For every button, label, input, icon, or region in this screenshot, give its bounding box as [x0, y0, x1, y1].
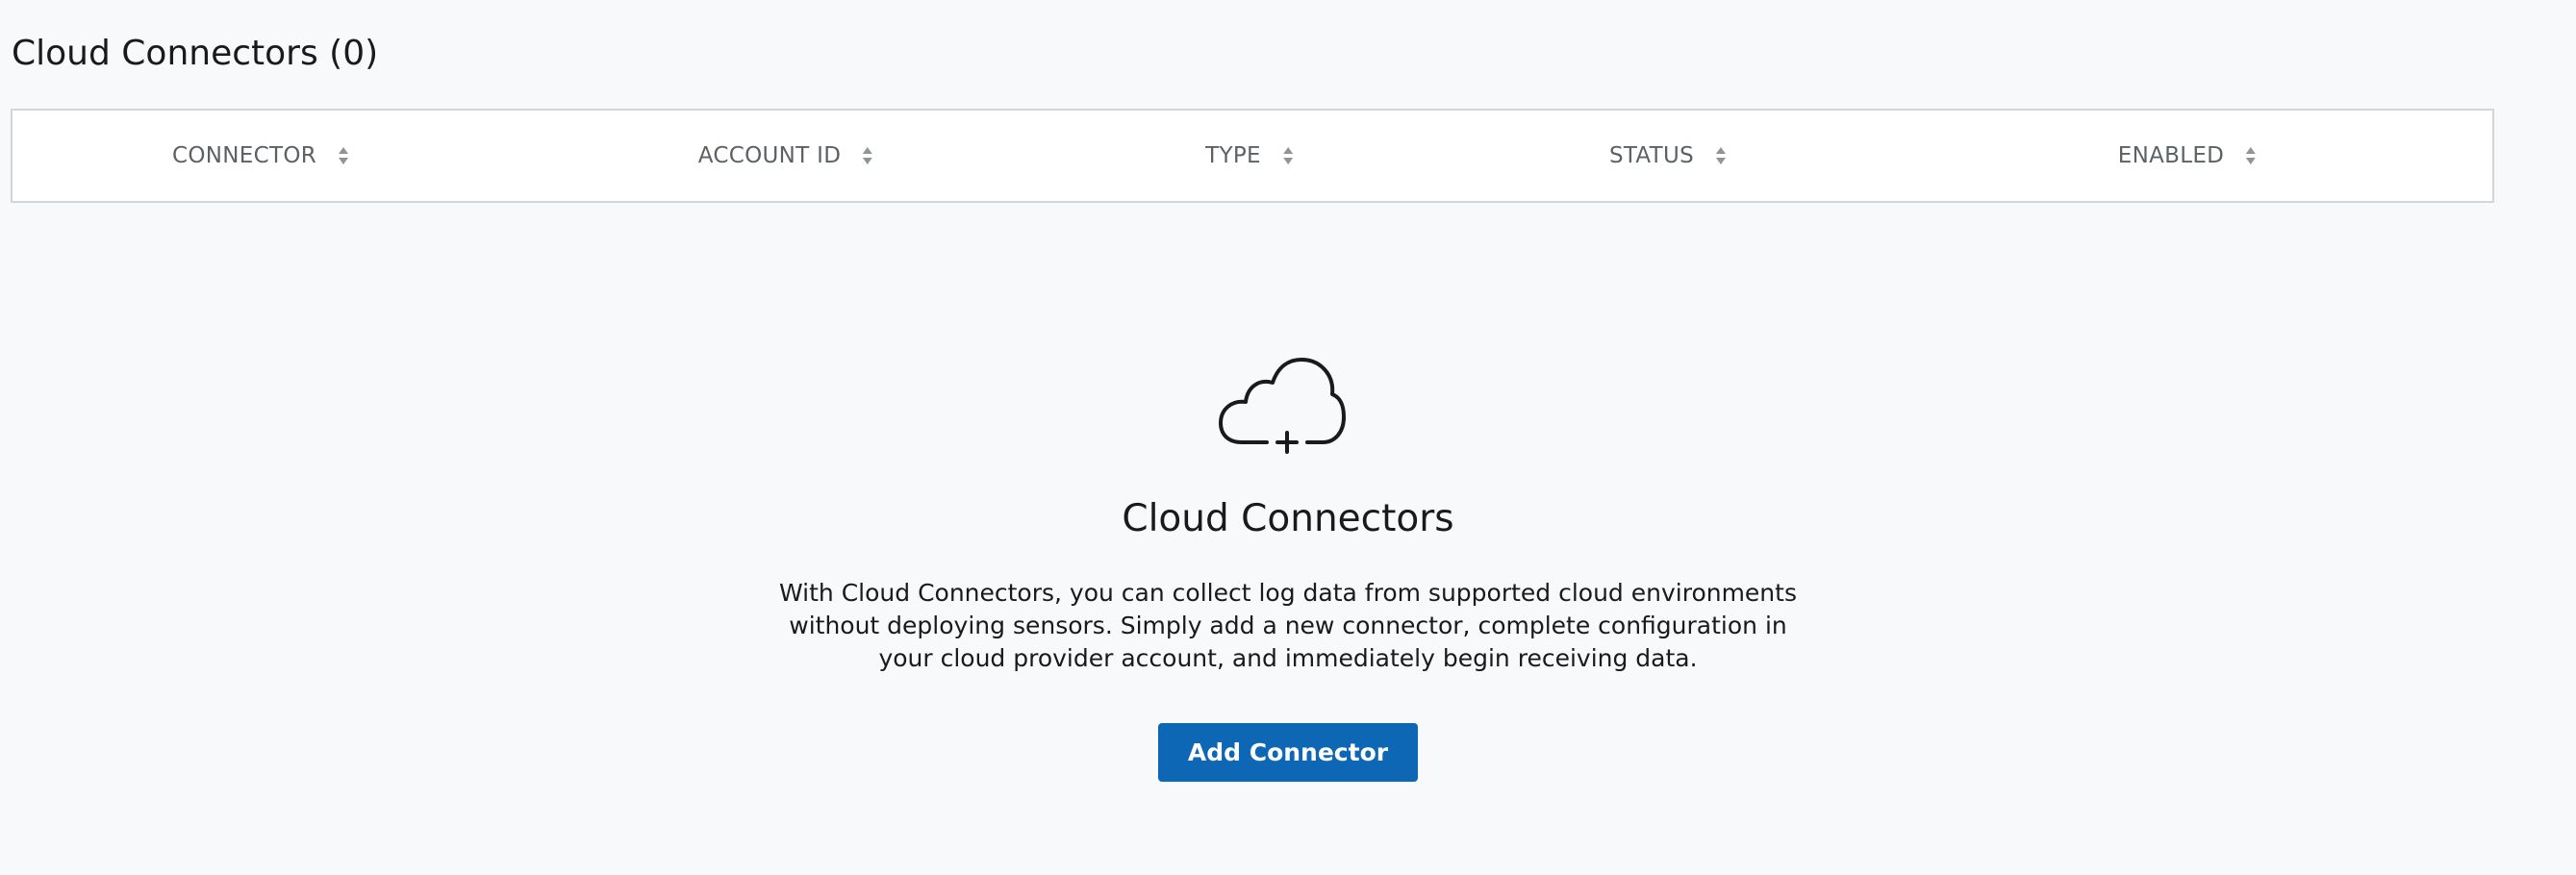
column-label: ENABLED [2117, 143, 2225, 168]
empty-state-description: With Cloud Connectors, you can collect l… [779, 579, 1797, 672]
column-header-status[interactable]: STATUS [1609, 111, 1727, 201]
sort-both-icon[interactable] [862, 146, 873, 165]
sort-both-icon[interactable] [338, 146, 349, 165]
empty-state: Cloud Connectors With Cloud Connectors, … [0, 346, 2576, 782]
sort-both-icon[interactable] [2245, 146, 2257, 165]
sort-both-icon[interactable] [1282, 146, 1294, 165]
column-header-account-id[interactable]: ACCOUNT ID [698, 111, 873, 201]
column-label: CONNECTOR [172, 143, 316, 168]
cloud-plus-icon [1219, 358, 1346, 454]
table-header: CONNECTOR ACCOUNT ID TYPE STATUS ENABLED [11, 109, 2494, 203]
column-header-type[interactable]: TYPE [1205, 111, 1294, 201]
empty-state-title: Cloud Connectors [1122, 497, 1454, 540]
column-label: STATUS [1608, 143, 1695, 168]
column-label: TYPE [1205, 143, 1261, 168]
column-label: ACCOUNT ID [697, 143, 842, 168]
page-title: Cloud Connectors (0) [12, 34, 379, 73]
sort-both-icon[interactable] [1715, 146, 1727, 165]
column-header-enabled[interactable]: ENABLED [2118, 111, 2257, 201]
column-header-connector[interactable]: CONNECTOR [172, 111, 349, 201]
add-connector-button[interactable]: Add Connector [1158, 723, 1418, 782]
